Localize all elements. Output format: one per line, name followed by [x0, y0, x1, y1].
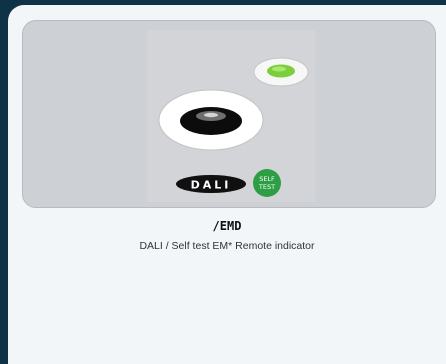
remote-indicator-icon — [253, 57, 309, 87]
product-description: DALI / Self test EM* Remote indicator — [139, 240, 315, 252]
dali-logo-text: DALI — [191, 179, 232, 192]
product-image-frame: DALI SELF TEST — [22, 20, 436, 208]
product-title[interactable]: /EMD — [8, 219, 446, 233]
dali-logo: DALI — [176, 175, 246, 193]
product-card[interactable]: DALI SELF TEST /EMD DALI / Self test EM*… — [8, 5, 446, 364]
product-illustration: DALI SELF TEST — [158, 57, 309, 197]
self-test-badge-line2: TEST — [258, 183, 275, 191]
downlight-icon — [158, 89, 264, 151]
product-photo: DALI SELF TEST — [147, 30, 315, 202]
self-test-badge: SELF TEST — [253, 169, 281, 197]
self-test-badge-line1: SELF — [259, 175, 275, 183]
